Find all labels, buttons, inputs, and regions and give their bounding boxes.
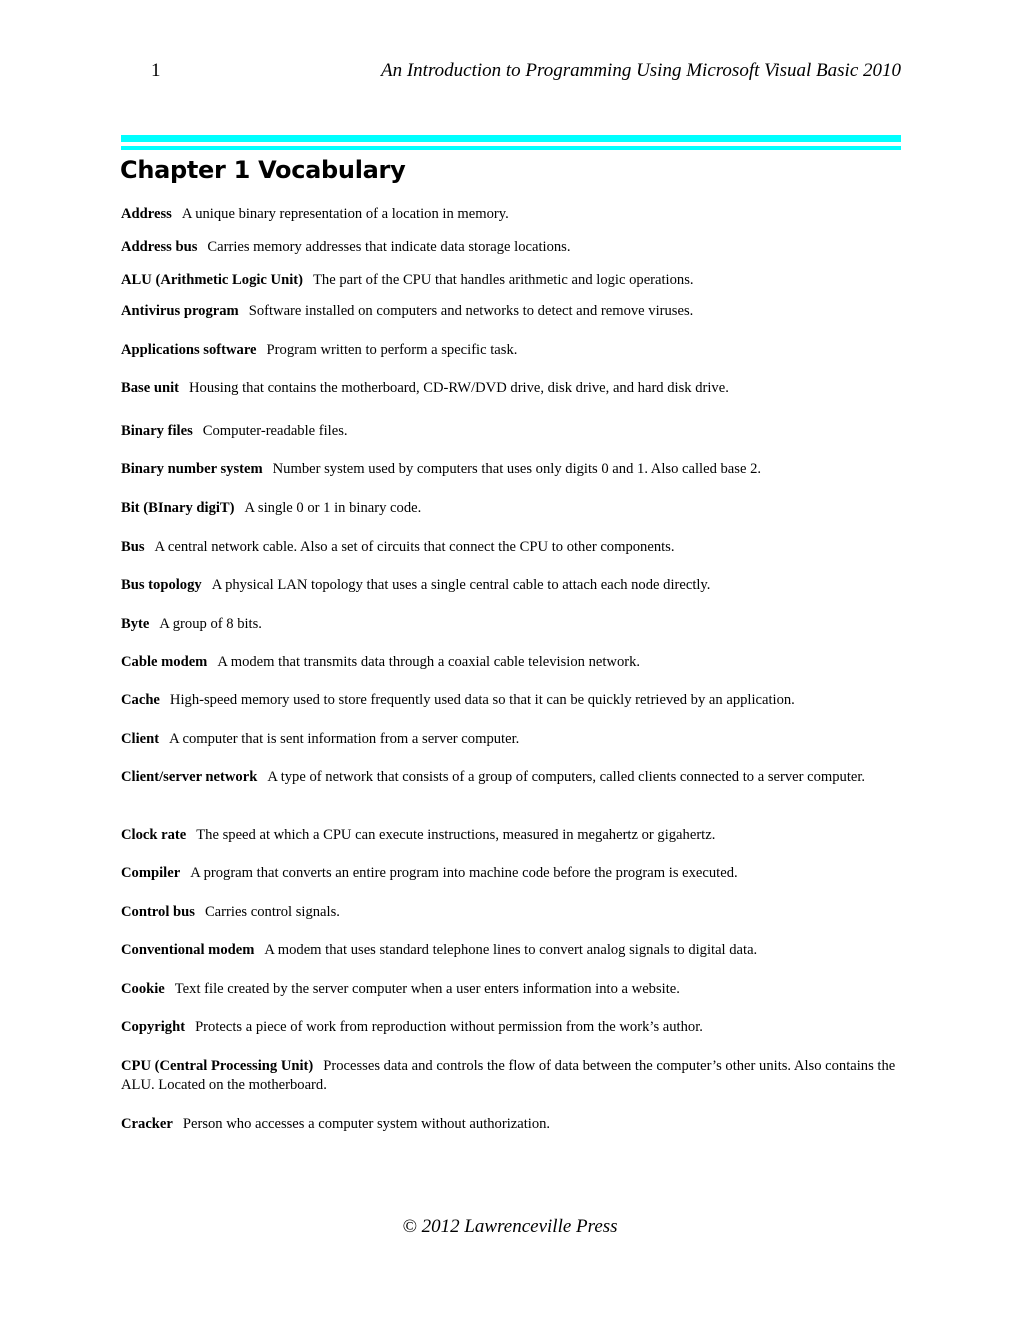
- vocab-definition: A modem that transmits data through a co…: [217, 654, 641, 670]
- vocab-term: Compiler: [121, 865, 181, 881]
- vocab-definition: High-speed memory used to store frequent…: [169, 692, 795, 708]
- vocab-term: CPU (Central Processing Unit): [121, 1058, 314, 1074]
- vocab-definition: Carries control signals.: [204, 904, 340, 920]
- vocab-definition: Software installed on computers and netw…: [248, 303, 694, 319]
- vocab-term: Antivirus program: [121, 303, 239, 319]
- vocab-term: Clock rate: [121, 827, 187, 843]
- vocab-entry: Cable modem A modem that transmits data t…: [121, 653, 896, 672]
- vocab-entry: Address A unique binary representation of…: [121, 205, 896, 224]
- vocab-term: Copyright: [121, 1019, 186, 1035]
- vocab-entry: Copyright Protects a piece of work from r…: [121, 1018, 896, 1037]
- vocab-definition: Program written to perform a specific ta…: [266, 342, 518, 358]
- vocab-definition: Person who accesses a computer system wi…: [182, 1116, 551, 1132]
- vocab-definition: Text file created by the server computer…: [174, 981, 680, 997]
- vocab-term: Applications software: [121, 342, 257, 358]
- vocab-entry: ALU (Arithmetic Logic Unit) The part of t…: [121, 271, 896, 290]
- page-header: 1 An Introduction to Programming Using M…: [121, 60, 901, 86]
- vocab-entry: Cache High-speed memory used to store fre…: [121, 691, 896, 710]
- vocab-definition: The part of the CPU that handles arithme…: [312, 272, 694, 288]
- vocab-definition: Number system used by computers that use…: [272, 461, 762, 477]
- vocab-entry: Clock rate The speed at which a CPU can e…: [121, 826, 896, 845]
- vocab-entry: Binary files Computer-readable files.: [121, 422, 896, 441]
- heading-rule-thick: [121, 135, 901, 142]
- vocab-entry: Binary number system Number system used b…: [121, 460, 896, 479]
- vocab-term: Base unit: [121, 380, 179, 396]
- vocab-term: ALU (Arithmetic Logic Unit): [121, 272, 303, 288]
- vocab-definition: A type of network that consists of a gro…: [267, 769, 866, 785]
- vocab-term: Client/server network: [121, 769, 258, 785]
- vocab-term: Conventional modem: [121, 942, 255, 958]
- vocab-term: Binary number system: [121, 461, 263, 477]
- book-title: An Introduction to Programming Using Mic…: [380, 60, 901, 81]
- vocab-entry: Applications software Program written to …: [121, 341, 896, 360]
- vocab-definition: A group of 8 bits.: [159, 616, 262, 632]
- vocab-entry: Address bus Carries memory addresses that…: [121, 238, 896, 257]
- vocab-definition: A central network cable. Also a set of c…: [154, 539, 675, 555]
- vocab-definition: Housing that contains the motherboard, C…: [188, 380, 729, 396]
- vocab-entry: Cookie Text file created by the server co…: [121, 980, 896, 999]
- vocab-entry: Bus topology A physical LAN topology that…: [121, 576, 896, 595]
- vocab-definition: The speed at which a CPU can execute ins…: [196, 827, 716, 843]
- vocab-entry: Base unit Housing that contains the mothe…: [121, 379, 896, 398]
- vocab-entry: Control bus Carries control signals.: [121, 903, 896, 922]
- vocab-entry: Compiler A program that converts an entir…: [121, 864, 896, 883]
- vocab-entry: Client/server network A type of network t…: [121, 768, 896, 787]
- vocab-term: Cable modem: [121, 654, 208, 670]
- vocab-definition: A computer that is sent information from…: [169, 731, 520, 747]
- vocab-definition: A modem that uses standard telephone lin…: [264, 942, 758, 958]
- vocab-entry: Bus A central network cable. Also a set o…: [121, 538, 896, 557]
- chapter-title: Chapter 1 Vocabulary: [120, 156, 406, 184]
- vocab-entry: Bit (BInary digiT) A single 0 or 1 in bin…: [121, 499, 896, 518]
- vocab-term: Cache: [121, 692, 160, 708]
- vocab-entry: Cracker Person who accesses a computer sy…: [121, 1115, 896, 1134]
- vocab-definition: A physical LAN topology that uses a sing…: [211, 577, 711, 593]
- vocab-entry: Client A computer that is sent informatio…: [121, 730, 896, 749]
- vocab-term: Control bus: [121, 904, 195, 920]
- vocab-entry: Byte A group of 8 bits.: [121, 615, 896, 634]
- vocab-entry: CPU (Central Processing Unit) Processes d…: [121, 1057, 896, 1095]
- vocab-term: Cracker: [121, 1116, 173, 1132]
- vocab-definition: A single 0 or 1 in binary code.: [244, 500, 422, 516]
- vocab-entry: Conventional modem A modem that uses stan…: [121, 941, 896, 960]
- page-footer: © 2012 Lawrenceville Press: [402, 1216, 618, 1237]
- vocab-definition: Protects a piece of work from reproducti…: [195, 1019, 703, 1035]
- vocab-term: Address bus: [121, 239, 198, 255]
- page-number: 1: [151, 60, 161, 81]
- vocab-term: Bit (BInary digiT): [121, 500, 235, 516]
- vocab-term: Bus topology: [121, 577, 202, 593]
- vocab-term: Byte: [121, 616, 150, 632]
- vocab-term: Binary files: [121, 423, 193, 439]
- vocab-entry: Antivirus program Software installed on c…: [121, 302, 896, 321]
- vocab-definition: A unique binary representation of a loca…: [181, 206, 509, 222]
- vocab-definition: A program that converts an entire progra…: [190, 865, 738, 881]
- vocab-term: Client: [121, 731, 160, 747]
- vocab-definition: Computer-readable files.: [202, 423, 348, 439]
- heading-rule-thin: [121, 146, 901, 150]
- vocab-term: Cookie: [121, 981, 165, 997]
- vocab-term: Address: [121, 206, 172, 222]
- vocab-definition: Carries memory addresses that indicate d…: [207, 239, 571, 255]
- vocab-term: Bus: [121, 539, 145, 555]
